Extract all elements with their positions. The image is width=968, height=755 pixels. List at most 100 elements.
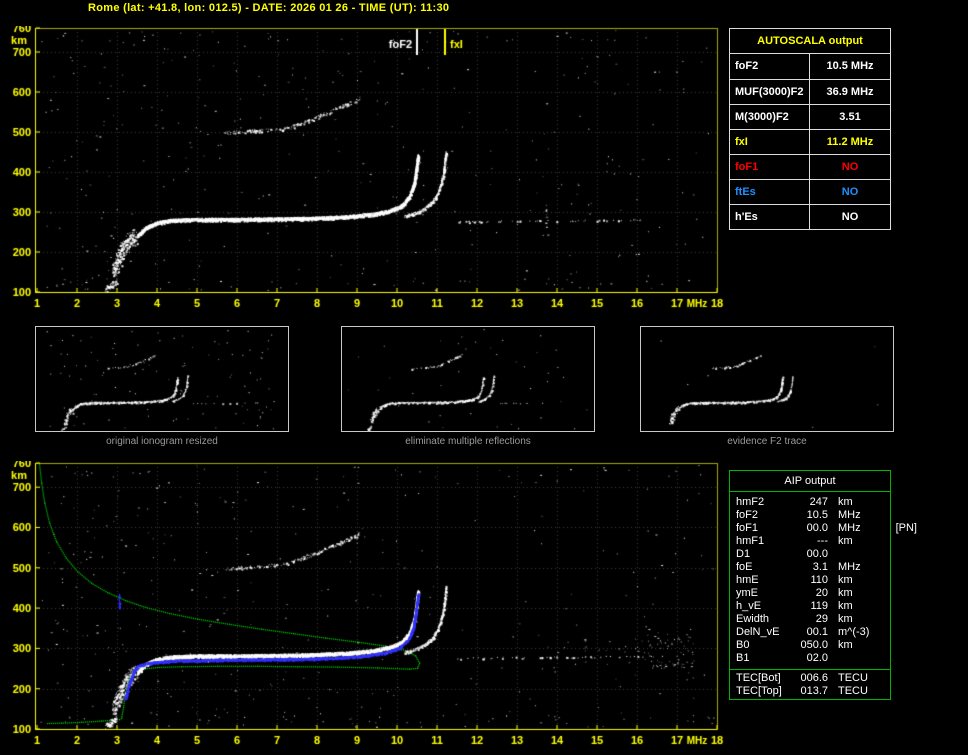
- param-value: 247: [809, 496, 828, 508]
- param-label: M(3000)F2: [730, 105, 810, 129]
- param-label: D1: [736, 548, 751, 560]
- param-label: h_vE: [736, 600, 762, 612]
- param-label: MUF(3000)F2: [730, 80, 810, 104]
- table-row: fxI 11.2 MHz: [730, 129, 890, 154]
- param-value: 36.9 MHz: [826, 86, 874, 98]
- table-row: h'Es NO: [730, 204, 890, 229]
- param-unit: m^(-3): [838, 626, 870, 638]
- autoscala-table-header: AUTOSCALA output: [730, 29, 890, 54]
- thumbnail-f2-canvas: [641, 327, 893, 431]
- thumbnail-caption: eliminate multiple reflections: [405, 436, 531, 447]
- table-row: TEC[Top] 013.7 TECU: [730, 685, 890, 698]
- thumbnail-eliminate-reflections: [341, 326, 595, 432]
- param-unit: km: [838, 587, 853, 599]
- autoscala-output-table: AUTOSCALA output foF2 10.5 MHz MUF(3000)…: [729, 28, 891, 230]
- param-value: 29: [815, 613, 828, 625]
- table-row: foF1 00.0 MHz [PN]: [730, 522, 917, 535]
- param-label: foE: [736, 561, 753, 573]
- thumbnail-f2-evidence: [640, 326, 894, 432]
- param-unit: km: [838, 496, 853, 508]
- param-unit: km: [838, 639, 853, 651]
- table-row: foF2 10.5 MHz: [730, 54, 890, 79]
- param-label: h'Es: [730, 205, 810, 229]
- param-value: NO: [841, 211, 859, 223]
- tec-separator: [730, 669, 890, 670]
- thumbnail-caption: evidence F2 trace: [727, 436, 807, 447]
- param-label: B1: [736, 652, 750, 664]
- param-unit: km: [838, 600, 853, 612]
- aip-table-body: hmF2 247 km foF2 10.5 MHz foF1 00.0 MHz …: [730, 492, 917, 698]
- ionogram-plot: [0, 26, 724, 311]
- table-row: hmF1 --- km: [730, 535, 890, 548]
- param-label: foF2: [730, 54, 810, 79]
- table-row: foE 3.1 MHz: [730, 561, 890, 574]
- param-value: 10.5: [806, 509, 828, 521]
- param-unit: [828, 652, 838, 665]
- table-row: ftEs NO: [730, 179, 890, 204]
- param-value: 119: [810, 600, 828, 612]
- param-unit: [828, 548, 838, 561]
- param-unit: MHz: [838, 561, 861, 573]
- table-row: Ewidth 29 km: [730, 613, 890, 626]
- param-label: foF1: [736, 522, 759, 534]
- aip-output-table: AIP output hmF2 247 km foF2 10.5 MHz foF…: [729, 470, 917, 700]
- param-label: hmF1: [736, 535, 765, 547]
- param-unit: km: [838, 574, 853, 586]
- param-value: 00.0: [806, 522, 828, 534]
- thumbnail-caption: original ionogram resized: [106, 436, 218, 447]
- param-label: hmF2: [736, 496, 765, 508]
- table-row: ymE 20 km: [730, 587, 890, 600]
- param-label: B0: [736, 639, 750, 651]
- param-unit: MHz: [838, 509, 861, 521]
- param-unit: TECU: [838, 685, 868, 697]
- param-label: foF1: [730, 155, 810, 179]
- param-value: 20: [815, 587, 828, 599]
- table-row: TEC[Bot] 006.6 TECU: [730, 672, 890, 685]
- param-label: fxI: [730, 130, 810, 154]
- autoscala-app-window: Rome (lat: +41.8, lon: 012.5) - DATE: 20…: [0, 0, 968, 755]
- table-row: D1 00.0: [730, 548, 890, 561]
- table-row: B1 02.0: [730, 652, 890, 665]
- table-row: hmE 110 km: [730, 574, 890, 587]
- param-label: TEC[Top]: [736, 685, 782, 697]
- param-label: Ewidth: [736, 613, 770, 625]
- param-label: foF2: [736, 509, 759, 521]
- table-row: MUF(3000)F2 36.9 MHz: [730, 79, 890, 104]
- param-note: [PN]: [895, 522, 917, 534]
- param-unit: km: [838, 535, 853, 547]
- param-value: 013.7: [800, 685, 828, 697]
- param-unit: km: [838, 613, 853, 625]
- param-value: 10.5 MHz: [826, 60, 874, 72]
- table-row: B0 050.0 km: [730, 639, 890, 652]
- param-unit: MHz: [838, 522, 861, 534]
- profile-plot: [0, 461, 724, 755]
- thumbnail-original-ionogram: [35, 326, 289, 432]
- table-row: foF2 10.5 MHz: [730, 509, 890, 522]
- param-label: TEC[Bot]: [736, 672, 781, 684]
- param-value: NO: [841, 161, 859, 173]
- param-value: NO: [841, 186, 859, 198]
- table-row: h_vE 119 km: [730, 600, 890, 613]
- param-value: 050.0: [800, 639, 828, 651]
- param-label: DelN_vE: [736, 626, 780, 638]
- table-row: DelN_vE 00.1 m^(-3): [730, 626, 890, 639]
- param-label: hmE: [736, 574, 759, 586]
- table-row: foF1 NO: [730, 154, 890, 179]
- page-title: Rome (lat: +41.8, lon: 012.5) - DATE: 20…: [88, 2, 450, 14]
- table-row: M(3000)F2 3.51: [730, 104, 890, 129]
- param-value: 02.0: [806, 652, 828, 664]
- param-label: ymE: [736, 587, 758, 599]
- param-value: 00.1: [806, 626, 828, 638]
- param-value: 00.0: [806, 548, 828, 560]
- param-value: 110: [810, 574, 828, 586]
- param-value: 11.2 MHz: [826, 136, 874, 148]
- table-row: hmF2 247 km: [730, 496, 890, 509]
- thumbnail-original-canvas: [36, 327, 288, 431]
- param-value: ---: [817, 535, 828, 547]
- param-label: ftEs: [730, 180, 810, 204]
- thumbnail-eliminate-canvas: [342, 327, 594, 431]
- param-value: 3.51: [839, 111, 861, 123]
- aip-table-header: AIP output: [730, 471, 890, 492]
- param-value: 006.6: [800, 672, 828, 684]
- param-value: 3.1: [812, 561, 828, 573]
